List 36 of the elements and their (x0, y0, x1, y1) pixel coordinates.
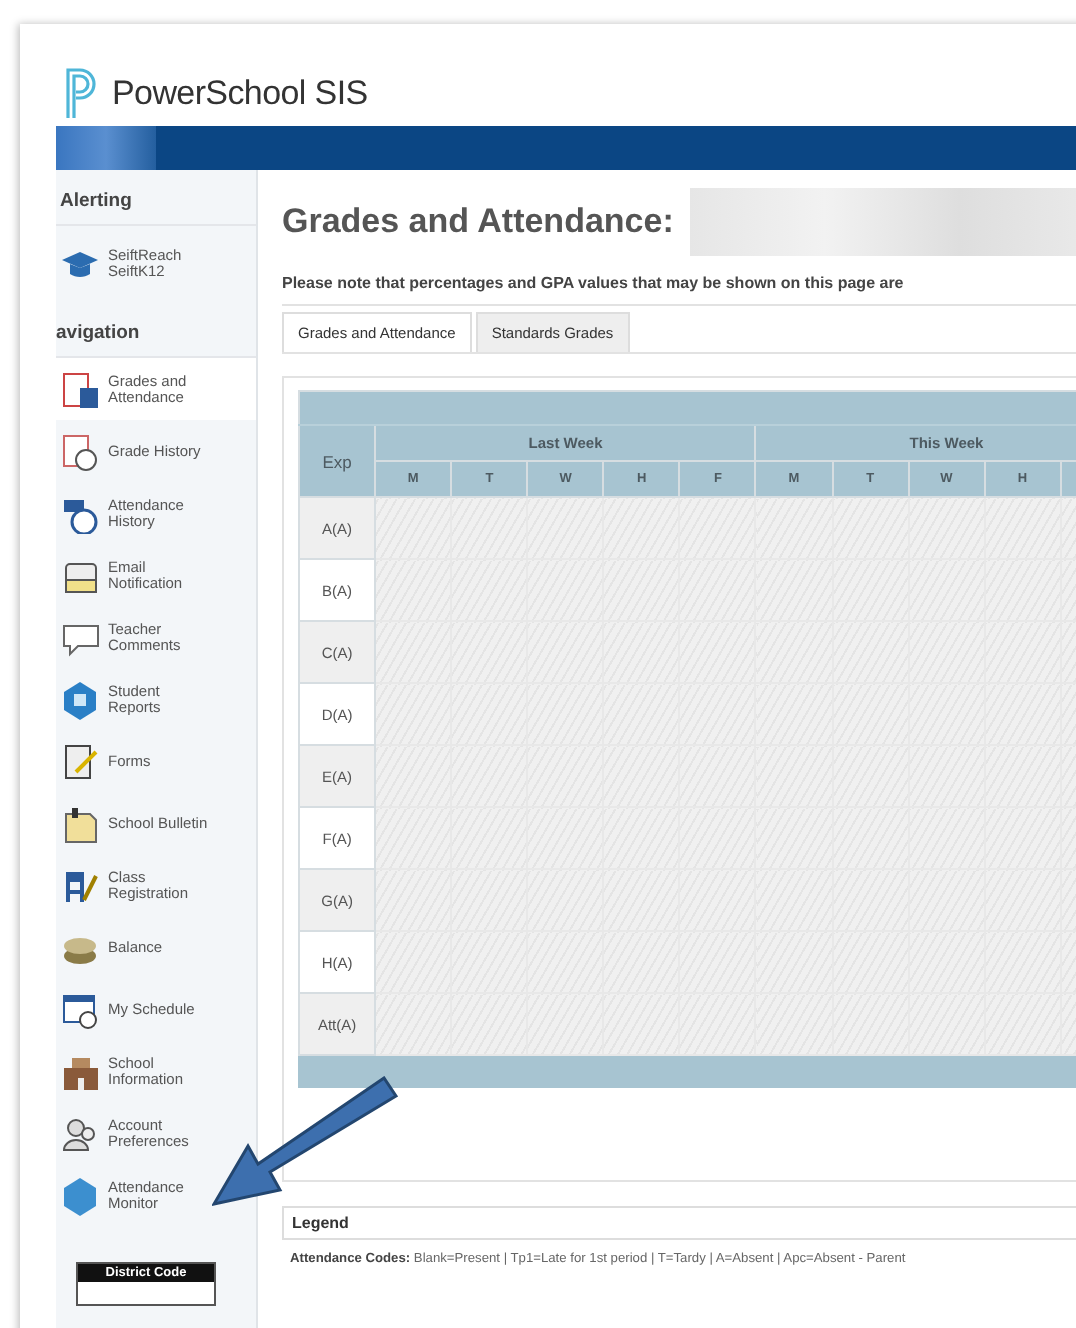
table-cell (375, 621, 452, 683)
table-cell (527, 497, 604, 559)
table-cell (603, 993, 680, 1055)
page-title: Grades and Attendance: (282, 202, 674, 242)
table-cell (527, 993, 604, 1055)
table-cell (375, 931, 452, 993)
table-cell (832, 993, 909, 1055)
notice-text: Please note that percentages and GPA values that may be shown on this page are (282, 258, 1076, 306)
table-cell (832, 497, 909, 559)
table-cell (908, 497, 985, 559)
document-icon (60, 369, 100, 409)
table-cell (984, 497, 1061, 559)
table-cell (984, 993, 1061, 1055)
table-cell (375, 497, 452, 559)
table-cell (375, 807, 452, 869)
table-cell (375, 559, 452, 621)
table-cell (603, 497, 680, 559)
logo-icon (64, 67, 100, 119)
table-cell (679, 497, 756, 559)
hexagon-icon (60, 1175, 100, 1215)
table-cell (451, 993, 528, 1055)
table-cell (451, 497, 528, 559)
table-cell (679, 993, 756, 1055)
table-cell (375, 745, 452, 807)
note-icon (60, 803, 100, 843)
table-cell (908, 993, 985, 1055)
table-cell (755, 497, 833, 559)
table-cell (375, 683, 452, 745)
section-heading: Alerting (56, 170, 256, 226)
app-title: PowerSchool SIS (112, 73, 368, 113)
legend-heading: Legend (290, 1212, 351, 1236)
table-cell (375, 993, 452, 1055)
table-cell (375, 869, 452, 931)
column-header: Exp (299, 425, 376, 497)
hexagon-icon (60, 679, 100, 719)
table-cell (755, 993, 833, 1055)
